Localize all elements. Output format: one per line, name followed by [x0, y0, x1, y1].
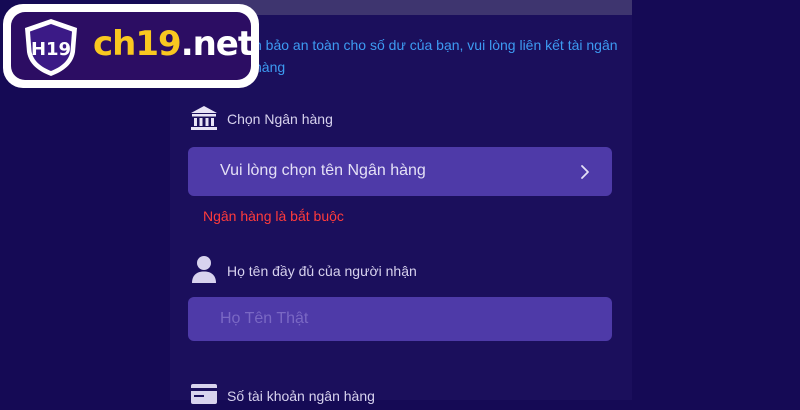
recipient-name-field[interactable]	[188, 297, 612, 341]
bank-section-label: Chọn Ngân hàng	[227, 111, 333, 127]
bank-error-message: Ngân hàng là bắt buộc	[203, 208, 344, 224]
recipient-name-input[interactable]	[188, 297, 612, 341]
brand-name: ch19.net	[93, 24, 254, 64]
user-icon	[190, 254, 218, 289]
logo-badge-text: H19	[31, 39, 71, 60]
bank-select[interactable]: Vui lòng chọn tên Ngân hàng	[188, 147, 612, 196]
shield-logo-icon: H19	[20, 16, 82, 83]
name-section-label: Họ tên đầy đủ của người nhận	[227, 263, 417, 279]
site-logo: H19 ch19.net	[3, 4, 259, 88]
brand-suffix: .net	[180, 24, 254, 64]
brand-prefix: ch19	[93, 24, 182, 64]
security-notice: n bảo an toàn cho số dư của bạn, vui lòn…	[254, 37, 618, 75]
chevron-right-icon	[580, 164, 590, 185]
bank-icon	[190, 105, 218, 136]
account-section-label: Số tài khoản ngân hàng	[227, 388, 375, 404]
logo-plate: H19 ch19.net	[11, 12, 254, 83]
card-icon	[190, 383, 218, 410]
bank-select-placeholder: Vui lòng chọn tên Ngân hàng	[220, 162, 426, 179]
